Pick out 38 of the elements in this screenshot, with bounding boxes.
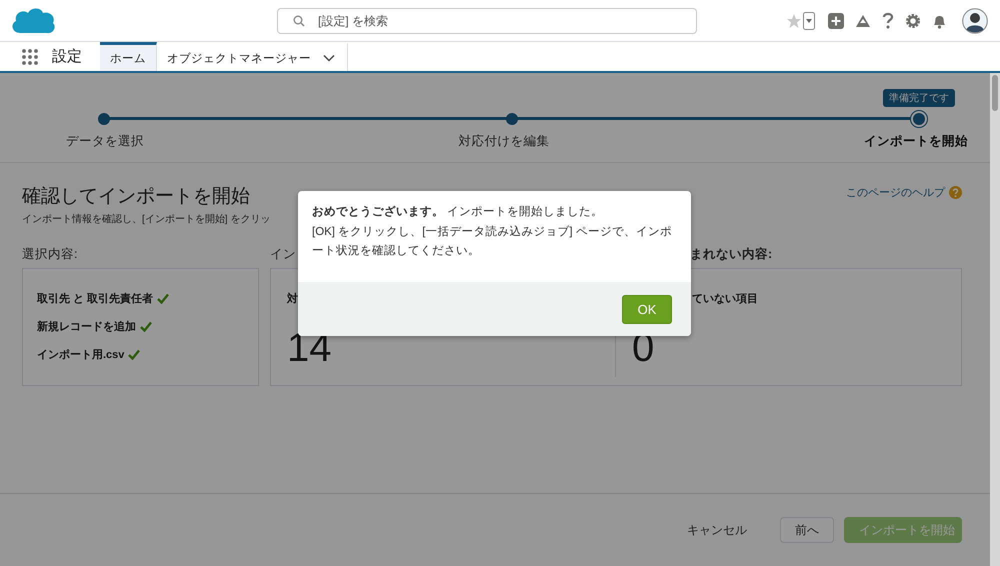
favorites-button[interactable]: [786, 12, 815, 30]
ok-button[interactable]: OK: [622, 294, 672, 324]
nav-tab[interactable]: オブジェクトマネージャー: [157, 42, 348, 71]
search-icon: [293, 14, 305, 26]
dialog-message: おめでとうございます。 インポートを開始しました。: [312, 204, 604, 220]
footer-button[interactable]: 前へ: [780, 517, 834, 543]
page-title: 確認してインポートを開始: [22, 185, 250, 209]
chevron-down-icon[interactable]: [323, 54, 335, 62]
settings-icon[interactable]: [905, 12, 921, 28]
add-icon[interactable]: [828, 12, 844, 28]
nav-tab[interactable]: ホーム: [100, 42, 157, 71]
summary-label: ていない項目: [692, 292, 759, 306]
selection-item: インポート用.csv: [37, 348, 124, 362]
step-label[interactable]: データを選択: [66, 133, 144, 150]
scrollbar[interactable]: [990, 73, 1000, 566]
record-count: 14: [287, 328, 332, 368]
help-icon: [949, 186, 962, 199]
page-description: インポート情報を確認し、[インポートを開始] をクリッ: [22, 212, 270, 226]
help-link[interactable]: このページのヘルプ: [846, 185, 962, 200]
selection-item: 新規レコードを追加: [37, 320, 136, 334]
dialog-message: [OK] をクリックし、[一括データ読み込みジョブ] ページで、インポート状況を確認してください。: [312, 224, 673, 259]
app-name: 設定: [52, 47, 82, 66]
app-launcher-icon[interactable]: [22, 48, 38, 64]
search-field[interactable]: [設定] を検索: [277, 8, 697, 34]
section-heading: 選択内容:: [22, 246, 78, 263]
selection-item: 取引先 と 取引先責任者: [37, 292, 154, 306]
status-tooltip: 準備完了です: [883, 89, 955, 107]
summary-label: 対: [287, 292, 299, 306]
avatar[interactable]: [962, 8, 988, 34]
help-icon[interactable]: [882, 12, 894, 29]
section-heading: まれない内容:: [690, 246, 772, 263]
star-icon: [786, 12, 802, 28]
mountain-icon[interactable]: [855, 12, 871, 28]
step-label[interactable]: インポートを開始: [864, 133, 968, 150]
cancel-link[interactable]: キャンセル: [672, 517, 762, 543]
caret-icon: [803, 12, 815, 30]
step-label[interactable]: 対応付けを編集: [458, 133, 550, 150]
section-heading: イン: [270, 246, 296, 263]
